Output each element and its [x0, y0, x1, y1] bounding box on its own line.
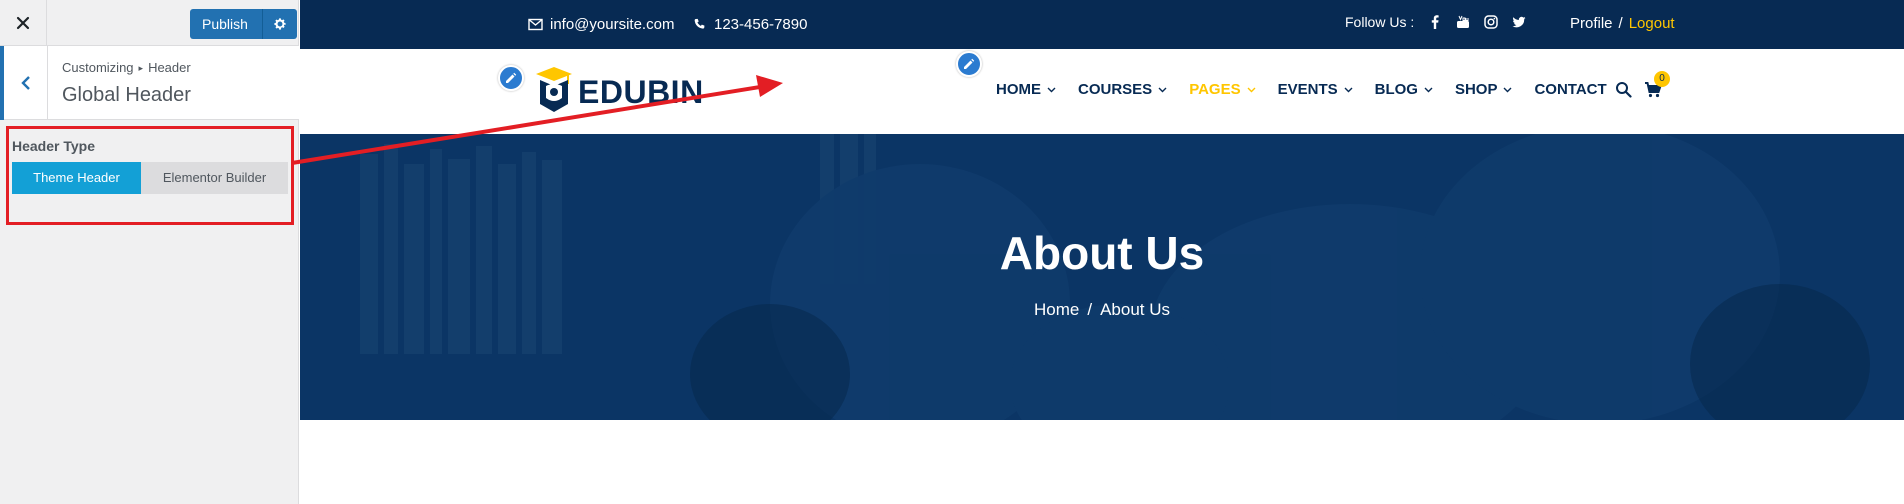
menu-item-label: SHOP [1454, 81, 1498, 98]
chevron-down-icon [1247, 87, 1256, 92]
menu-item-label: CONTACT [1534, 81, 1607, 98]
close-customizer-button[interactable] [0, 0, 47, 46]
facebook-icon [1432, 15, 1439, 29]
publish-group: Publish [190, 9, 297, 39]
site-navbar: EDUBIN HOME COURSES PAGES EVENTS BLOG SH… [300, 49, 1904, 134]
publish-settings-button[interactable] [262, 9, 297, 39]
facebook-link[interactable] [1428, 15, 1442, 29]
instagram-icon [1484, 15, 1498, 29]
menu-item-label: HOME [996, 81, 1041, 98]
section-header: Customizing ▸ Header Global Header [0, 46, 299, 120]
site-preview: info@yoursite.com 123-456-7890 Follow Us… [300, 0, 1904, 504]
publish-button[interactable]: Publish [190, 9, 263, 39]
menu-item-label: PAGES [1189, 81, 1241, 98]
logo-text: EDUBIN [578, 73, 704, 110]
chevron-down-icon [1158, 87, 1167, 92]
account-separator: / [1618, 15, 1623, 32]
menu-item-pages[interactable]: PAGES [1189, 81, 1256, 98]
close-icon [16, 16, 30, 30]
chevron-down-icon [1503, 87, 1512, 92]
pencil-icon [506, 72, 517, 83]
breadcrumb-root: Customizing [62, 60, 134, 75]
chevron-down-icon [1344, 87, 1353, 92]
breadcrumb-current: About Us [1100, 300, 1171, 319]
menu-item-shop[interactable]: SHOP [1455, 81, 1513, 98]
back-button[interactable] [0, 46, 48, 120]
cart-button[interactable]: 0 [1644, 70, 1670, 103]
site-topbar: info@yoursite.com 123-456-7890 Follow Us… [300, 0, 1904, 49]
breadcrumb: Customizing ▸ Header [62, 60, 191, 75]
phone-icon [694, 18, 705, 29]
customizer-header: Publish [0, 0, 298, 46]
menu-item-contact[interactable]: CONTACT [1534, 81, 1606, 98]
customizer-panel: Publish Customizing ▸ Header Global Header… [0, 0, 299, 504]
search-icon [1616, 82, 1632, 98]
menu-item-label: BLOG [1374, 81, 1418, 98]
edit-menu-shortcut[interactable] [956, 51, 982, 77]
youtube-link[interactable] [1456, 15, 1470, 29]
follow-us: Follow Us : [1345, 14, 1526, 30]
header-tools: 0 [1615, 70, 1670, 103]
twitter-link[interactable] [1512, 15, 1526, 29]
chevron-down-icon [1047, 87, 1056, 92]
phone-contact[interactable]: 123-456-7890 [692, 16, 807, 33]
menu-item-blog[interactable]: BLOG [1375, 81, 1433, 98]
page-title: About Us [999, 227, 1205, 279]
breadcrumb-section: Header [148, 60, 191, 75]
twitter-icon [1512, 16, 1526, 28]
follow-label: Follow Us : [1345, 14, 1415, 30]
graduation-cap-logo-icon [536, 67, 572, 112]
logout-link[interactable]: Logout [1629, 15, 1675, 32]
main-menu: HOME COURSES PAGES EVENTS BLOG SHOP CONT… [996, 81, 1629, 98]
menu-item-courses[interactable]: COURSES [1078, 81, 1167, 98]
section-title: Global Header [62, 84, 191, 106]
account-links: Profile / Logout [1570, 15, 1675, 32]
page-banner: About Us Home / About Us [300, 134, 1904, 420]
chevron-left-icon [20, 76, 30, 90]
breadcrumb-separator: ▸ [138, 63, 144, 73]
youtube-icon [1457, 15, 1470, 28]
breadcrumb-home-link[interactable]: Home [1034, 300, 1079, 319]
banner-breadcrumb: Home / About Us [300, 300, 1904, 320]
profile-link[interactable]: Profile [1570, 15, 1613, 32]
menu-item-label: COURSES [1078, 81, 1153, 98]
email-text: info@yoursite.com [550, 16, 675, 33]
site-logo[interactable]: EDUBIN [532, 64, 704, 114]
gear-icon [274, 18, 286, 30]
edit-logo-shortcut[interactable] [498, 65, 524, 91]
chevron-down-icon [1424, 87, 1433, 92]
menu-item-label: EVENTS [1277, 81, 1338, 98]
phone-text: 123-456-7890 [714, 16, 808, 33]
email-contact[interactable]: info@yoursite.com [528, 16, 674, 33]
highlight-box [6, 126, 294, 225]
pencil-icon [964, 58, 975, 69]
search-button[interactable] [1615, 81, 1632, 103]
cart-count-badge: 0 [1654, 70, 1670, 87]
menu-item-events[interactable]: EVENTS [1278, 81, 1353, 98]
instagram-link[interactable] [1484, 15, 1498, 29]
menu-item-home[interactable]: HOME [996, 81, 1056, 98]
breadcrumb-separator: / [1087, 300, 1093, 319]
envelope-icon [528, 18, 543, 31]
